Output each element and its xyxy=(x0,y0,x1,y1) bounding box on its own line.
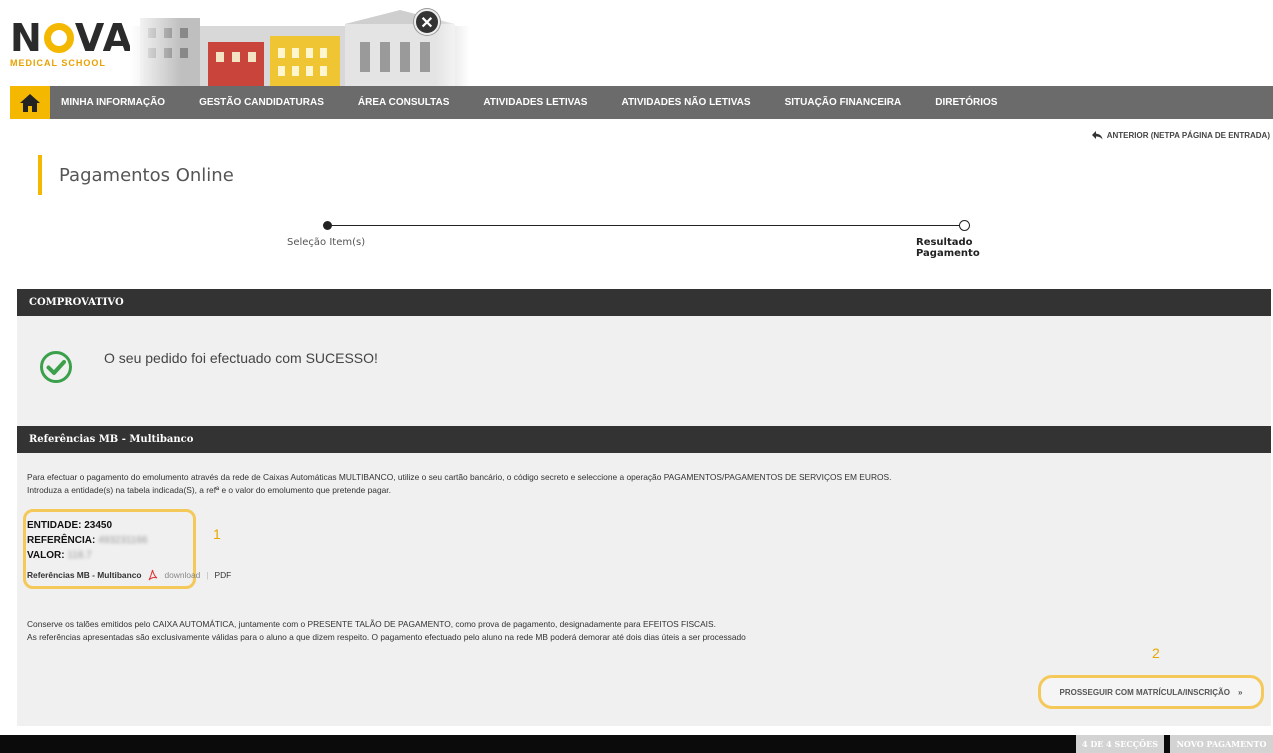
step-2-dot xyxy=(959,220,970,231)
page-title-block: Pagamentos Online xyxy=(38,155,234,195)
mb-note-line-1: Conserve os talões emitidos pelo CAIXA A… xyxy=(27,619,716,629)
mb-instructions: Para efectuar o pagamento do emolumento … xyxy=(27,471,1247,497)
proceed-enrollment-button[interactable]: PROSSEGUIR COM MATRÍCULA/INSCRIÇÃO » xyxy=(1038,675,1264,709)
comprovativo-header: COMPROVATIVO xyxy=(17,289,1271,316)
logo-wordmark: N VA xyxy=(10,19,133,57)
header-banner: N VA MEDICAL SCHOOL ✕ xyxy=(0,0,1273,86)
referencia-label: REFERÊNCIA: xyxy=(27,535,96,546)
home-icon-svg xyxy=(20,93,40,112)
double-chevron-icon: » xyxy=(1238,687,1243,697)
logo-letters-va: VA xyxy=(74,16,134,60)
mb-notes: Conserve os talões emitidos pelo CAIXA A… xyxy=(27,618,1247,644)
mb-header: Referências MB - Multibanco xyxy=(17,426,1271,453)
new-payment-button[interactable]: NOVO PAGAMENTO xyxy=(1170,735,1273,753)
mb-referencia: REFERÊNCIA: 493231166 xyxy=(27,535,147,546)
valor-label: VALOR: xyxy=(27,550,65,561)
progress-stepper: Seleção Item(s) Resultado Pagamento xyxy=(270,218,1030,259)
annotation-2: 2 xyxy=(1152,645,1160,661)
nav-diretorios[interactable]: DIRETÓRIOS xyxy=(918,97,1014,108)
nav-gestao-candidaturas[interactable]: GESTÃO CANDIDATURAS xyxy=(182,97,341,108)
step-1-label: Seleção Item(s) xyxy=(287,237,366,248)
nav-situacao-financeira[interactable]: SITUAÇÃO FINANCEIRA xyxy=(768,97,919,108)
nav-minha-informacao[interactable]: MINHA INFORMAÇÃO xyxy=(50,97,182,108)
pdf-icon-svg xyxy=(149,569,158,581)
referencia-value: 493231166 xyxy=(98,535,148,546)
step-2-label: Resultado Pagamento xyxy=(916,237,980,259)
mb-download-row: Referências MB - Multibanco download | P… xyxy=(27,569,231,581)
comprovativo-body: O seu pedido foi efectuado com SUCESSO! xyxy=(17,316,1271,426)
back-arrow-icon xyxy=(1091,131,1103,140)
mb-intro-line-1: Para efectuar o pagamento do emolumento … xyxy=(27,472,892,482)
entidade-value: 23450 xyxy=(84,520,113,531)
nav-atividades-letivas[interactable]: ATIVIDADES LETIVAS xyxy=(466,97,604,108)
valor-value: 118.7 xyxy=(67,550,92,561)
logo-o-ring xyxy=(43,23,74,53)
logo-letter-n: N xyxy=(10,16,43,60)
step-1-dot xyxy=(323,221,332,230)
annotation-1: 1 xyxy=(213,526,221,542)
mb-valor: VALOR: 118.7 xyxy=(27,550,92,561)
success-message: O seu pedido foi efectuado com SUCESSO! xyxy=(104,350,378,366)
mb-intro-line-2: Introduza a entidade(s) na tabela indica… xyxy=(27,485,391,495)
nova-logo[interactable]: N VA MEDICAL SCHOOL xyxy=(10,19,133,68)
pdf-link[interactable]: PDF xyxy=(215,570,232,580)
nav-area-consultas[interactable]: ÁREA CONSULTAS xyxy=(341,97,466,108)
pdf-icon[interactable] xyxy=(147,569,158,581)
home-icon[interactable] xyxy=(10,86,50,119)
sections-indicator: 4 DE 4 SECÇÕES xyxy=(1076,735,1164,753)
nav-atividades-nao-letivas[interactable]: ATIVIDADES NÃO LETIVAS xyxy=(604,97,767,108)
download-link[interactable]: download xyxy=(164,570,200,580)
mb-download-label: Referências MB - Multibanco xyxy=(27,570,142,580)
back-link-label: ANTERIOR (NETPA PÁGINA DE ENTRADA) xyxy=(1106,131,1270,140)
close-icon[interactable]: ✕ xyxy=(414,9,440,35)
page-title: Pagamentos Online xyxy=(59,164,234,186)
mb-note-line-2: As referências apresentadas são exclusiv… xyxy=(27,632,746,642)
entidade-label: ENTIDADE: xyxy=(27,520,82,531)
footer-bar: 4 DE 4 SECÇÕES NOVO PAGAMENTO xyxy=(0,735,1273,753)
check-circle-icon xyxy=(40,351,72,383)
mb-entidade: ENTIDADE: 23450 xyxy=(27,520,112,531)
proceed-label: PROSSEGUIR COM MATRÍCULA/INSCRIÇÃO xyxy=(1059,687,1231,697)
main-nav: MINHA INFORMAÇÃO GESTÃO CANDIDATURAS ÁRE… xyxy=(10,86,1273,119)
back-link[interactable]: ANTERIOR (NETPA PÁGINA DE ENTRADA) xyxy=(1091,131,1270,140)
stepper-line xyxy=(328,225,963,226)
link-separator: | xyxy=(206,570,209,580)
mb-body: Para efectuar o pagamento do emolumento … xyxy=(17,453,1271,726)
